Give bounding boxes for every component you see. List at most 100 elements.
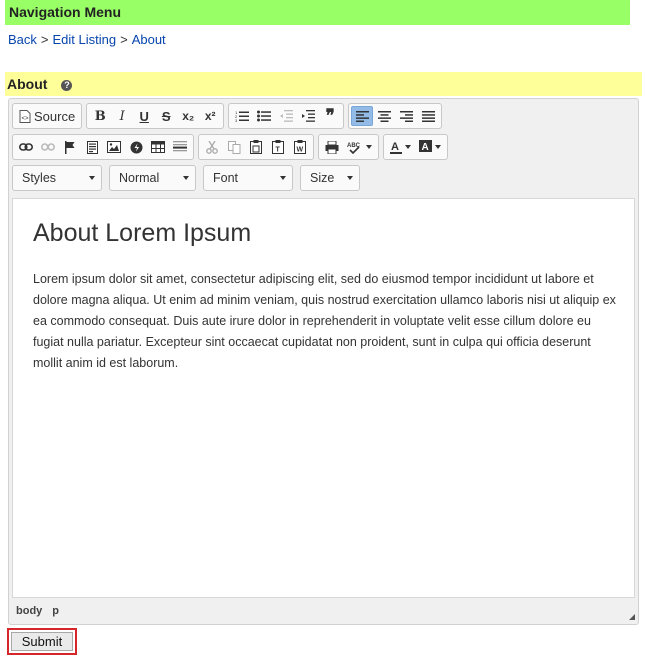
cut-button[interactable] — [201, 137, 223, 157]
source-button[interactable]: <> Source — [15, 106, 79, 126]
outdent-icon — [280, 110, 294, 122]
svg-text:T: T — [276, 147, 281, 154]
text-color-icon: A — [390, 140, 402, 154]
justify-icon — [421, 110, 435, 122]
underline-button[interactable]: U — [133, 106, 155, 126]
styles-dropdown-label: Styles — [22, 171, 57, 185]
background-color-icon: A — [419, 140, 432, 154]
paste-from-word-button[interactable]: W — [289, 137, 311, 157]
bold-button[interactable]: B — [89, 106, 111, 126]
superscript-button[interactable]: x² — [199, 106, 221, 126]
editor-content-area[interactable]: About Lorem Ipsum Lorem ipsum dolor sit … — [12, 198, 635, 598]
paste-button[interactable] — [245, 137, 267, 157]
format-dropdown[interactable]: Normal — [109, 165, 196, 191]
increase-indent-button[interactable] — [297, 106, 319, 126]
about-section-header: About? — [5, 72, 642, 96]
source-group: <> Source — [12, 103, 83, 129]
submit-highlight: Submit — [7, 628, 77, 655]
element-path-bar: body p — [16, 605, 69, 617]
chevron-down-icon — [183, 176, 189, 180]
clipboard-group: T W — [198, 134, 314, 160]
chevron-down-icon — [435, 145, 441, 149]
path-body[interactable]: body — [16, 605, 42, 617]
align-right-icon — [399, 110, 413, 122]
rich-text-editor: <> Source B I U S x₂ x² 123 ❞ T W ABC A … — [8, 98, 639, 625]
align-center-icon — [377, 110, 391, 122]
flag-icon — [65, 140, 75, 154]
link-icon — [19, 143, 33, 151]
strikethrough-button[interactable]: S — [155, 106, 177, 126]
spellcheck-button[interactable]: ABC — [343, 137, 376, 157]
align-right-button[interactable] — [395, 106, 417, 126]
numbered-list-button[interactable]: 123 — [231, 106, 253, 126]
blockquote-button[interactable]: ❞ — [319, 106, 341, 126]
colors-group: A A — [383, 134, 448, 160]
horizontal-rule-icon — [173, 141, 187, 152]
chevron-down-icon — [366, 145, 372, 149]
breadcrumb-separator: > — [40, 32, 49, 47]
decrease-indent-button[interactable] — [275, 106, 297, 126]
format-dropdown-label: Normal — [119, 171, 160, 185]
bulleted-list-icon — [257, 110, 272, 122]
bulleted-list-button[interactable] — [253, 106, 275, 126]
breadcrumb-back-link[interactable]: Back — [8, 32, 37, 47]
breadcrumb: Back > Edit Listing > About — [8, 32, 166, 47]
resize-handle-icon[interactable] — [629, 614, 635, 620]
spellcheck-icon: ABC — [347, 143, 361, 154]
chevron-down-icon — [89, 176, 95, 180]
submit-button[interactable]: Submit — [11, 632, 73, 651]
paragraph-group: 123 ❞ — [228, 103, 345, 129]
numbered-list-icon: 123 — [235, 110, 250, 122]
path-p[interactable]: p — [52, 605, 59, 617]
anchor-button[interactable] — [59, 137, 81, 157]
align-left-icon — [355, 110, 369, 122]
table-icon — [151, 141, 165, 153]
text-color-button[interactable]: A — [386, 137, 415, 157]
toolbar-row-3: Styles Normal Font Size — [12, 165, 360, 191]
image-button[interactable] — [103, 137, 125, 157]
flash-icon — [130, 141, 142, 153]
horizontal-line-button[interactable] — [169, 137, 191, 157]
justify-button[interactable] — [417, 106, 439, 126]
template-button[interactable] — [81, 137, 103, 157]
copy-button[interactable] — [223, 137, 245, 157]
clipboard-icon — [250, 140, 262, 154]
size-dropdown-label: Size — [310, 171, 335, 185]
print-button[interactable] — [321, 137, 343, 157]
table-button[interactable] — [147, 137, 169, 157]
links-insert-group — [12, 134, 194, 160]
breadcrumb-about-link[interactable]: About — [132, 32, 166, 47]
svg-text:<>: <> — [22, 116, 30, 122]
background-color-button[interactable]: A — [415, 137, 445, 157]
navigation-menu-title: Navigation Menu — [9, 4, 122, 20]
breadcrumb-separator: > — [120, 32, 128, 47]
help-icon[interactable]: ? — [61, 80, 73, 91]
toolbar-row-1: <> Source B I U S x₂ x² 123 ❞ — [12, 103, 443, 129]
chevron-down-icon — [280, 176, 286, 180]
chevron-down-icon — [347, 176, 353, 180]
unlink-button[interactable] — [37, 137, 59, 157]
paste-word-icon: W — [294, 140, 306, 154]
align-left-button[interactable] — [351, 106, 374, 126]
copy-icon — [227, 140, 240, 154]
paste-text-icon: T — [272, 140, 284, 154]
paste-text-button[interactable]: T — [267, 137, 289, 157]
font-dropdown[interactable]: Font — [203, 165, 293, 191]
svg-text:A: A — [422, 142, 429, 153]
printer-icon — [325, 140, 339, 154]
subscript-button[interactable]: x₂ — [177, 106, 199, 126]
content-heading: About Lorem Ipsum — [33, 219, 252, 247]
svg-text:3: 3 — [235, 118, 238, 122]
link-button[interactable] — [15, 137, 37, 157]
breadcrumb-edit-listing-link[interactable]: Edit Listing — [53, 32, 117, 47]
align-center-button[interactable] — [373, 106, 395, 126]
document-icon — [86, 140, 98, 154]
flash-button[interactable] — [125, 137, 147, 157]
content-paragraph: Lorem ipsum dolor sit amet, consectetur … — [33, 272, 616, 370]
image-icon — [107, 141, 121, 153]
italic-button[interactable]: I — [111, 106, 133, 126]
alignment-group — [348, 103, 443, 129]
styles-dropdown[interactable]: Styles — [12, 165, 102, 191]
section-title: About — [7, 76, 48, 92]
size-dropdown[interactable]: Size — [300, 165, 360, 191]
